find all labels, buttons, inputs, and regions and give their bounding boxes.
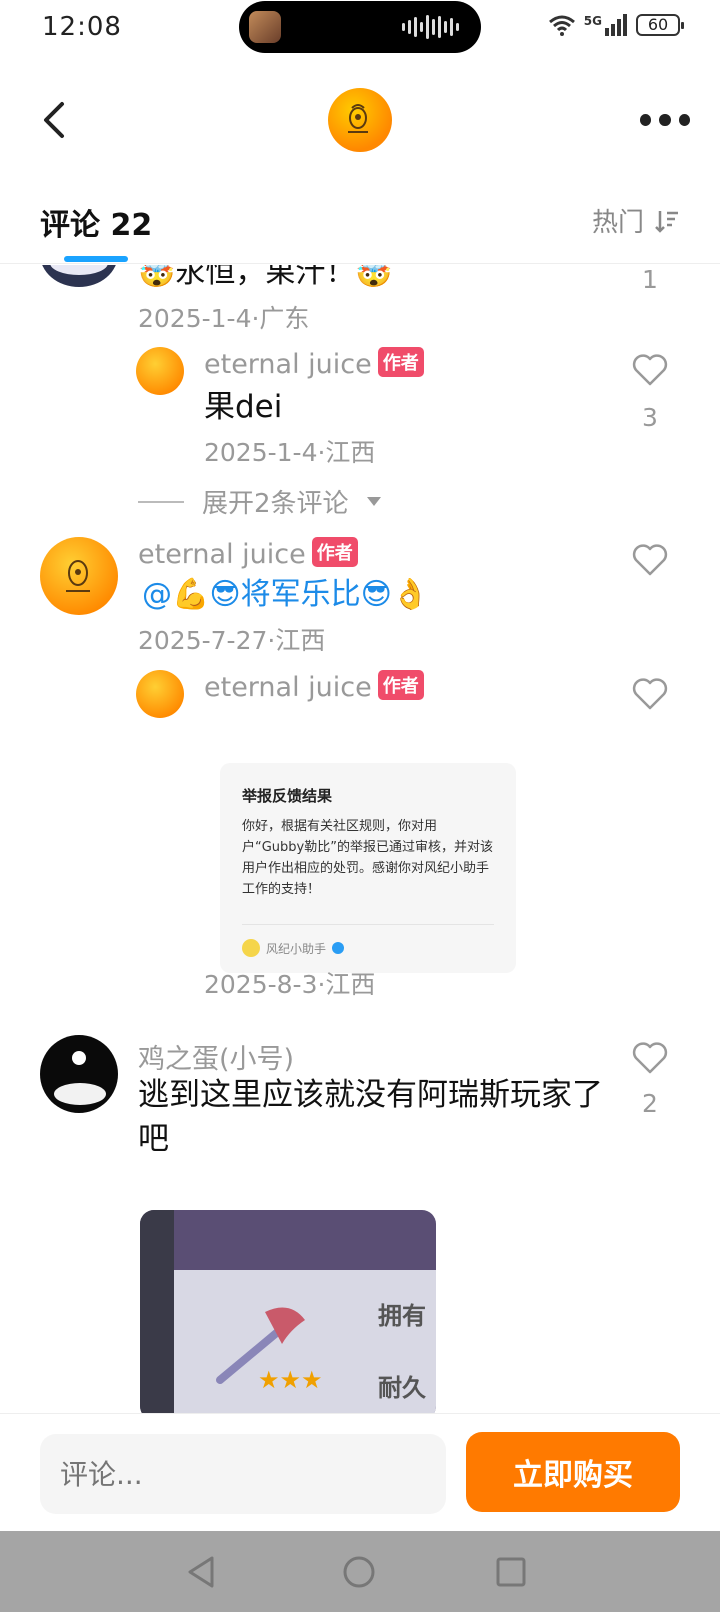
juice-mascot-icon [348, 104, 368, 133]
network-label: 5G [583, 14, 602, 28]
comment-meta: 2025-1-4·广东 [138, 304, 310, 333]
expand-label: 展开2条评论 [202, 489, 349, 519]
report-title: 举报反馈结果 [242, 787, 333, 805]
reply-image-report-card[interactable]: 举报反馈结果 你好，根据有关社区规则，你对用户“Gubby勒比”的举报已通过审核… [220, 763, 516, 973]
status-time: 12:08 [42, 12, 122, 42]
reply-author-name[interactable]: eternal juice [204, 672, 372, 703]
author-badge: 作者 [377, 347, 424, 377]
nav-recents-icon[interactable] [496, 1557, 526, 1587]
author-badge: 作者 [311, 537, 358, 567]
tab-underline [64, 256, 128, 262]
reply-meta: 2025-8-3·江西 [204, 970, 376, 999]
header [0, 60, 720, 180]
audio-wave-icon [402, 14, 459, 40]
media-thumbnail [249, 11, 281, 43]
nav-back-icon[interactable] [186, 1555, 216, 1589]
reply-text: 果dei [204, 389, 283, 425]
bottom-action-bar: 立即购买 [0, 1413, 720, 1531]
commenter-avatar[interactable] [40, 265, 118, 287]
sort-button[interactable]: 热门 [592, 202, 680, 239]
juice-mascot-icon [66, 560, 90, 592]
replier-avatar[interactable] [136, 347, 184, 395]
like-count: 3 [642, 403, 658, 432]
comment-author-name[interactable]: eternal juice [138, 539, 306, 570]
commenter-avatar[interactable] [40, 1035, 118, 1113]
comment-text: 🤯永恒，果汁！🤯 [138, 265, 393, 290]
comment-meta: 2025-7-27·江西 [138, 626, 326, 655]
image-label: 拥有 [378, 1302, 426, 1330]
like-count: 2 [642, 1089, 658, 1118]
report-body: 你好，根据有关社区规则，你对用户“Gubby勒比”的举报已通过审核，并对该用户作… [242, 819, 493, 897]
battery-icon: 60 [636, 14, 684, 36]
replier-avatar[interactable] [136, 670, 184, 718]
product-avatar[interactable] [328, 88, 392, 152]
report-footer: 风纪小助手 [242, 924, 494, 957]
dynamic-island[interactable] [239, 1, 481, 53]
reply-author-name[interactable]: eternal juice [204, 349, 372, 380]
heart-icon[interactable] [632, 543, 668, 577]
comment-list[interactable]: 🤯永恒，果汁！🤯 2025-1-4·广东 1 eternal juice 作者 果… [0, 265, 720, 1413]
author-badge: 作者 [377, 670, 424, 700]
sort-icon [655, 210, 678, 233]
tab-comments[interactable]: 评论 22 [40, 200, 152, 244]
sort-label: 热门 [591, 208, 644, 238]
status-icons: 5G 60 [548, 14, 684, 36]
buy-now-button[interactable]: 立即购买 [466, 1432, 680, 1512]
nav-home-icon[interactable] [342, 1555, 376, 1589]
chevron-left-icon[interactable] [36, 96, 72, 144]
like-count: 1 [642, 265, 658, 294]
reply-header: eternal juice 作者 [204, 347, 424, 380]
heart-icon[interactable] [632, 677, 668, 711]
reply-meta: 2025-1-4·江西 [204, 438, 376, 467]
heart-icon[interactable] [632, 353, 668, 387]
comment-text: 逃到这里应该就没有阿瑞斯玩家了吧 [138, 1077, 603, 1157]
comment-input[interactable] [40, 1434, 446, 1514]
reply-header: eternal juice 作者 [204, 670, 424, 703]
more-dots-icon[interactable] [640, 110, 690, 130]
heart-icon[interactable] [632, 1041, 668, 1075]
status-bar: 12:08 5G 60 [0, 0, 720, 56]
system-nav-bar [0, 1531, 720, 1612]
report-footer-label: 风纪小助手 [266, 941, 327, 956]
verified-icon [332, 942, 345, 954]
comment-author-name[interactable]: 鸡之蛋(小号) [138, 1037, 294, 1076]
comment-tab-bar: 评论 22 热门 [0, 180, 720, 264]
comment-header: eternal juice 作者 [138, 537, 358, 570]
comment-image[interactable]: ★★★ 拥有 耐久 [140, 1210, 436, 1413]
assistant-avatar-icon [242, 939, 260, 957]
wifi-icon [548, 15, 575, 36]
signal-icon [605, 14, 627, 36]
expand-replies-button[interactable]: 展开2条评论 [138, 483, 381, 520]
mention-link[interactable]: @💪😎将军乐比😎👌 [142, 573, 429, 617]
rating-stars: ★★★ [258, 1366, 323, 1394]
commenter-avatar[interactable] [40, 537, 118, 615]
caret-down-icon [366, 496, 381, 506]
expand-divider [138, 500, 184, 503]
image-label: 耐久 [378, 1374, 426, 1402]
